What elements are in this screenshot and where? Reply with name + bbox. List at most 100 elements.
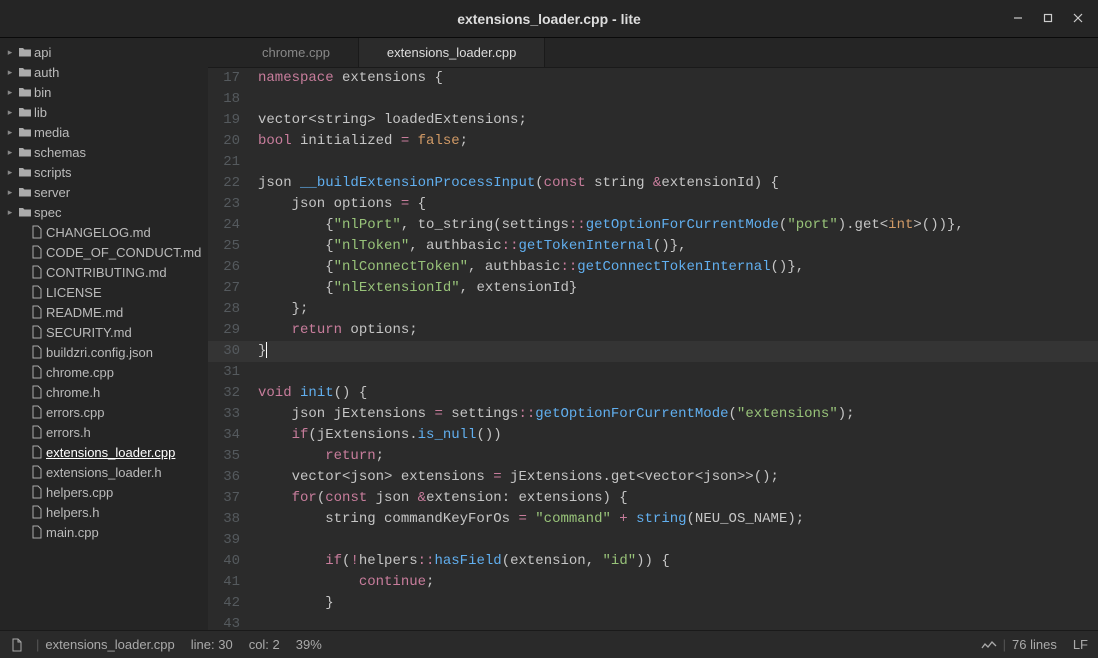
tree-file[interactable]: extensions_loader.h — [0, 462, 208, 482]
code-content: bool initialized = false; — [248, 131, 468, 152]
code-line[interactable]: 19vector<string> loadedExtensions; — [208, 110, 1098, 131]
code-line[interactable]: 39 — [208, 530, 1098, 551]
tree-file[interactable]: helpers.h — [0, 502, 208, 522]
code-line[interactable]: 29 return options; — [208, 320, 1098, 341]
editor-tab[interactable]: chrome.cpp — [234, 38, 359, 67]
tree-file[interactable]: chrome.h — [0, 382, 208, 402]
tree-folder[interactable]: ▸auth — [0, 62, 208, 82]
tree-file[interactable]: errors.h — [0, 422, 208, 442]
file-icon — [28, 285, 46, 299]
code-line[interactable]: 21 — [208, 152, 1098, 173]
tree-item-label: main.cpp — [46, 525, 99, 540]
tree-file[interactable]: errors.cpp — [0, 402, 208, 422]
code-content: json __buildExtensionProcessInput(const … — [248, 173, 779, 194]
file-icon — [28, 245, 46, 259]
maximize-button[interactable] — [1034, 6, 1062, 30]
tree-item-label: spec — [34, 205, 61, 220]
editor-tab[interactable]: extensions_loader.cpp — [359, 38, 545, 67]
line-number: 36 — [208, 467, 248, 488]
code-line[interactable]: 33 json jExtensions = settings::getOptio… — [208, 404, 1098, 425]
code-line[interactable]: 37 for(const json &extension: extensions… — [208, 488, 1098, 509]
code-line[interactable]: 32void init() { — [208, 383, 1098, 404]
code-line[interactable]: 18 — [208, 89, 1098, 110]
code-line[interactable]: 36 vector<json> extensions = jExtensions… — [208, 467, 1098, 488]
code-line[interactable]: 26 {"nlConnectToken", authbasic::getConn… — [208, 257, 1098, 278]
tree-item-label: media — [34, 125, 69, 140]
file-icon — [28, 485, 46, 499]
code-line[interactable]: 23 json options = { — [208, 194, 1098, 215]
tree-file[interactable]: main.cpp — [0, 522, 208, 542]
tree-folder[interactable]: ▸media — [0, 122, 208, 142]
folder-icon — [16, 66, 34, 78]
tree-folder[interactable]: ▸bin — [0, 82, 208, 102]
chevron-right-icon: ▸ — [4, 87, 16, 98]
tree-file[interactable]: README.md — [0, 302, 208, 322]
line-number: 37 — [208, 488, 248, 509]
line-number: 32 — [208, 383, 248, 404]
code-line[interactable]: 35 return; — [208, 446, 1098, 467]
tree-item-label: CONTRIBUTING.md — [46, 265, 167, 280]
tree-file[interactable]: LICENSE — [0, 282, 208, 302]
code-line[interactable]: 34 if(jExtensions.is_null()) — [208, 425, 1098, 446]
code-line[interactable]: 31 — [208, 362, 1098, 383]
code-line[interactable]: 43 — [208, 614, 1098, 630]
code-line[interactable]: 41 continue; — [208, 572, 1098, 593]
code-content: void init() { — [248, 383, 367, 404]
text-cursor — [266, 342, 267, 358]
code-line[interactable]: 20bool initialized = false; — [208, 131, 1098, 152]
code-content: vector<json> extensions = jExtensions.ge… — [248, 467, 779, 488]
code-content: {"nlPort", to_string(settings::getOption… — [248, 215, 964, 236]
code-content: string commandKeyForOs = "command" + str… — [248, 509, 804, 530]
code-line[interactable]: 28 }; — [208, 299, 1098, 320]
line-number: 21 — [208, 152, 248, 173]
tree-folder[interactable]: ▸api — [0, 42, 208, 62]
tree-item-label: CHANGELOG.md — [46, 225, 151, 240]
tree-folder[interactable]: ▸server — [0, 182, 208, 202]
code-line[interactable]: 27 {"nlExtensionId", extensionId} — [208, 278, 1098, 299]
tree-file[interactable]: CONTRIBUTING.md — [0, 262, 208, 282]
code-line[interactable]: 17namespace extensions { — [208, 68, 1098, 89]
file-icon — [28, 425, 46, 439]
tree-folder[interactable]: ▸spec — [0, 202, 208, 222]
code-line[interactable]: 24 {"nlPort", to_string(settings::getOpt… — [208, 215, 1098, 236]
minimize-button[interactable] — [1004, 6, 1032, 30]
code-line[interactable]: 38 string commandKeyForOs = "command" + … — [208, 509, 1098, 530]
tree-folder[interactable]: ▸schemas — [0, 142, 208, 162]
line-number: 33 — [208, 404, 248, 425]
folder-icon — [16, 126, 34, 138]
line-number: 28 — [208, 299, 248, 320]
file-icon — [28, 445, 46, 459]
tree-file[interactable]: helpers.cpp — [0, 482, 208, 502]
tree-folder[interactable]: ▸scripts — [0, 162, 208, 182]
code-content: }; — [248, 299, 308, 320]
tree-item-label: helpers.h — [46, 505, 99, 520]
folder-icon — [16, 166, 34, 178]
code-line[interactable]: 42 } — [208, 593, 1098, 614]
line-number: 41 — [208, 572, 248, 593]
close-button[interactable] — [1064, 6, 1092, 30]
tree-file[interactable]: CODE_OF_CONDUCT.md — [0, 242, 208, 262]
window-title: extensions_loader.cpp - lite — [457, 11, 641, 27]
tree-file[interactable]: SECURITY.md — [0, 322, 208, 342]
file-tree[interactable]: ▸api▸auth▸bin▸lib▸media▸schemas▸scripts▸… — [0, 38, 208, 630]
code-content: if(jExtensions.is_null()) — [248, 425, 502, 446]
line-number: 43 — [208, 614, 248, 630]
tree-file[interactable]: CHANGELOG.md — [0, 222, 208, 242]
activity-icon — [981, 639, 997, 651]
code-content — [248, 89, 258, 110]
tree-file[interactable]: chrome.cpp — [0, 362, 208, 382]
code-line[interactable]: 22json __buildExtensionProcessInput(cons… — [208, 173, 1098, 194]
tree-item-label: extensions_loader.h — [46, 465, 162, 480]
code-line[interactable]: 25 {"nlToken", authbasic::getTokenIntern… — [208, 236, 1098, 257]
tree-item-label: buildzri.config.json — [46, 345, 153, 360]
tree-folder[interactable]: ▸lib — [0, 102, 208, 122]
line-number: 20 — [208, 131, 248, 152]
tree-file[interactable]: buildzri.config.json — [0, 342, 208, 362]
tree-file[interactable]: extensions_loader.cpp — [0, 442, 208, 462]
code-line[interactable]: 30} — [208, 341, 1098, 362]
status-percent: 39% — [296, 637, 322, 652]
status-line: line: 30 — [191, 637, 233, 652]
code-line[interactable]: 40 if(!helpers::hasField(extension, "id"… — [208, 551, 1098, 572]
code-editor[interactable]: 17namespace extensions {1819vector<strin… — [208, 68, 1098, 630]
code-content: vector<string> loadedExtensions; — [248, 110, 527, 131]
